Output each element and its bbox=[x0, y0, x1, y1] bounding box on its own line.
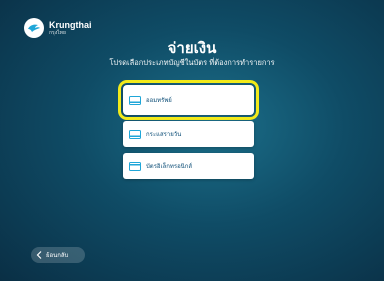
back-button[interactable]: ย้อนกลับ bbox=[31, 247, 85, 263]
option-current-account-label: กระแสรายวัน bbox=[146, 132, 182, 138]
chevron-left-icon bbox=[36, 251, 42, 259]
back-button-label: ย้อนกลับ bbox=[46, 253, 69, 259]
savings-card-icon bbox=[129, 95, 141, 105]
page-subtitle: โปรดเลือกประเภทบัญชีในบัตร ที่ต้องการทำร… bbox=[109, 58, 275, 67]
brand-subname: กรุงไทย bbox=[49, 29, 66, 36]
krungthai-bird-logo-icon bbox=[24, 18, 44, 38]
option-current-account[interactable]: กระแสรายวัน bbox=[123, 121, 254, 147]
option-savings[interactable]: ออมทรัพย์ bbox=[118, 80, 259, 120]
current-account-card-icon bbox=[129, 129, 141, 139]
option-electronic-card[interactable]: บัตรอิเล็กทรอนิกส์ bbox=[123, 153, 254, 179]
brand-name: Krungthai bbox=[49, 19, 92, 30]
account-type-options: ออมทรัพย์ กระแสรายวัน บัตรอิเล็กทรอนิกส์ bbox=[118, 80, 259, 185]
option-savings-label: ออมทรัพย์ bbox=[146, 98, 172, 104]
electronic-card-icon bbox=[129, 161, 141, 171]
option-electronic-card-label: บัตรอิเล็กทรอนิกส์ bbox=[146, 164, 193, 170]
bank-logo: Krungthai กรุงไทย bbox=[24, 18, 92, 38]
